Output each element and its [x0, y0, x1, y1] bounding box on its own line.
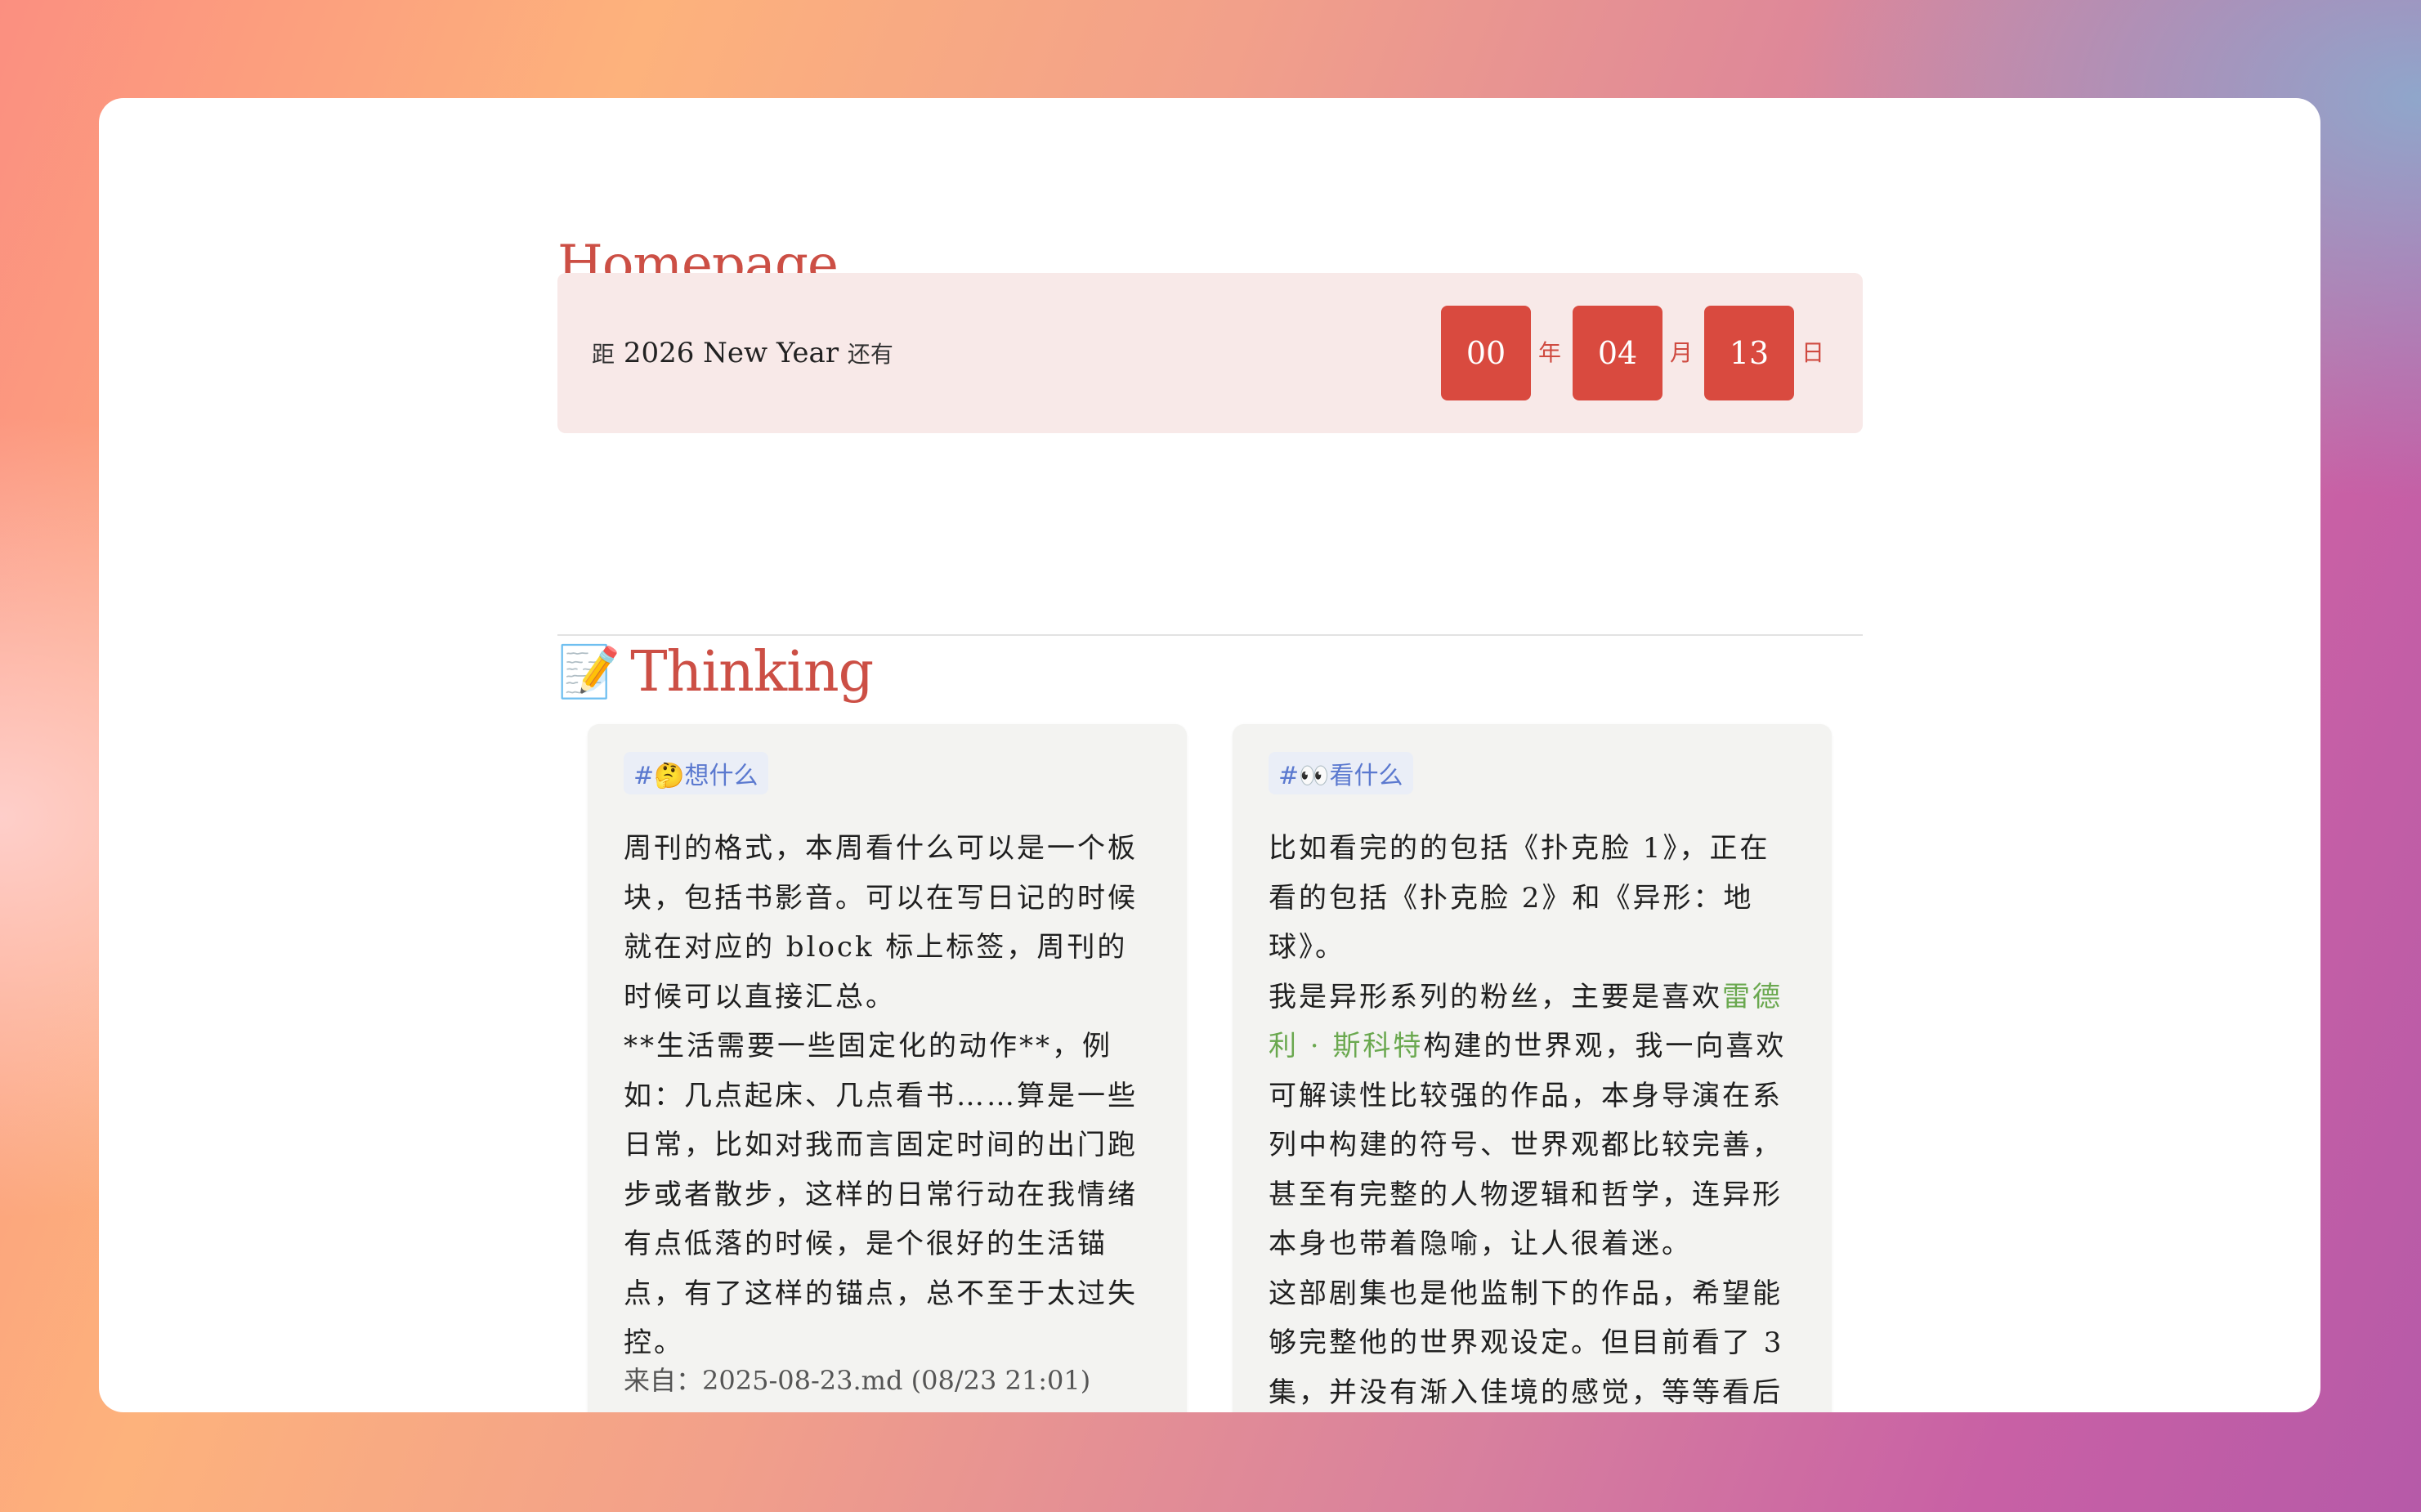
countdown-label: 距 2026 New Year 还有 [592, 273, 893, 433]
note-text: 我是异形系列的粉丝，主要是喜欢 [1269, 980, 1722, 1013]
countdown-years-unit: 年 [1538, 339, 1562, 366]
note-paragraph: 我是异形系列的粉丝，主要是喜欢雷德利 · 斯科特构建的世界观，我一向喜欢可解读性… [1269, 973, 1798, 1269]
section-divider [557, 634, 1863, 636]
note-source-link[interactable]: 来自：2025-08-23.md (08/23 21:01) [624, 1360, 1090, 1398]
note-text: 构建的世界观，我一向喜欢可解读性比较强的作品，本身导演在系列中构建的符号、世界观… [1269, 1030, 1787, 1260]
countdown-days: 13 [1704, 306, 1794, 400]
tag-link-watching[interactable]: #👀看什么 [1269, 752, 1413, 794]
section-heading-thinking: 📝 Thinking [557, 639, 874, 705]
countdown-event: 2026 New Year [623, 337, 839, 369]
note-body: 比如看完的的包括《扑克脸 1》，正在看的包括《扑克脸 2》和《异形：地球》。 我… [1269, 824, 1798, 1412]
tag-link-thinking[interactable]: #🤔想什么 [624, 752, 768, 794]
memo-icon: 📝 [557, 642, 621, 701]
countdown-months-unit: 月 [1670, 339, 1694, 366]
countdown-days-unit: 日 [1801, 339, 1825, 366]
note-paragraph: 比如看完的的包括《扑克脸 1》，正在看的包括《扑克脸 2》和《异形：地球》。 [1269, 832, 1770, 964]
note-paragraph: 这部剧集也是他监制下的作品，希望能够完整他的世界观设定。但目前看了 3 集，并没… [1269, 1277, 1784, 1409]
countdown-months: 04 [1573, 306, 1662, 400]
note-card-watching: #👀看什么 比如看完的的包括《扑克脸 1》，正在看的包括《扑克脸 2》和《异形：… [1233, 724, 1832, 1412]
main-card: Homepage 距 2026 New Year 还有 00 年 04 月 13… [99, 98, 2320, 1412]
countdown-widget: 距 2026 New Year 还有 00 年 04 月 13 日 [557, 273, 1863, 433]
countdown-prefix: 距 [592, 341, 615, 368]
note-paragraph: 周刊的格式，本周看什么可以是一个板块，包括书影音。可以在写日记的时候就在对应的 … [624, 832, 1138, 1013]
note-card-thinking: #🤔想什么 周刊的格式，本周看什么可以是一个板块，包括书影音。可以在写日记的时候… [588, 724, 1187, 1412]
section-title: Thinking [630, 639, 874, 705]
countdown-suffix: 还有 [847, 341, 893, 368]
countdown-years: 00 [1441, 306, 1531, 400]
note-paragraph: **生活需要一些固定化的动作**，例如：几点起床、几点看书……算是一些日常，比如… [624, 1030, 1138, 1359]
note-body: 周刊的格式，本周看什么可以是一个板块，包括书影音。可以在写日记的时候就在对应的 … [624, 824, 1153, 1368]
